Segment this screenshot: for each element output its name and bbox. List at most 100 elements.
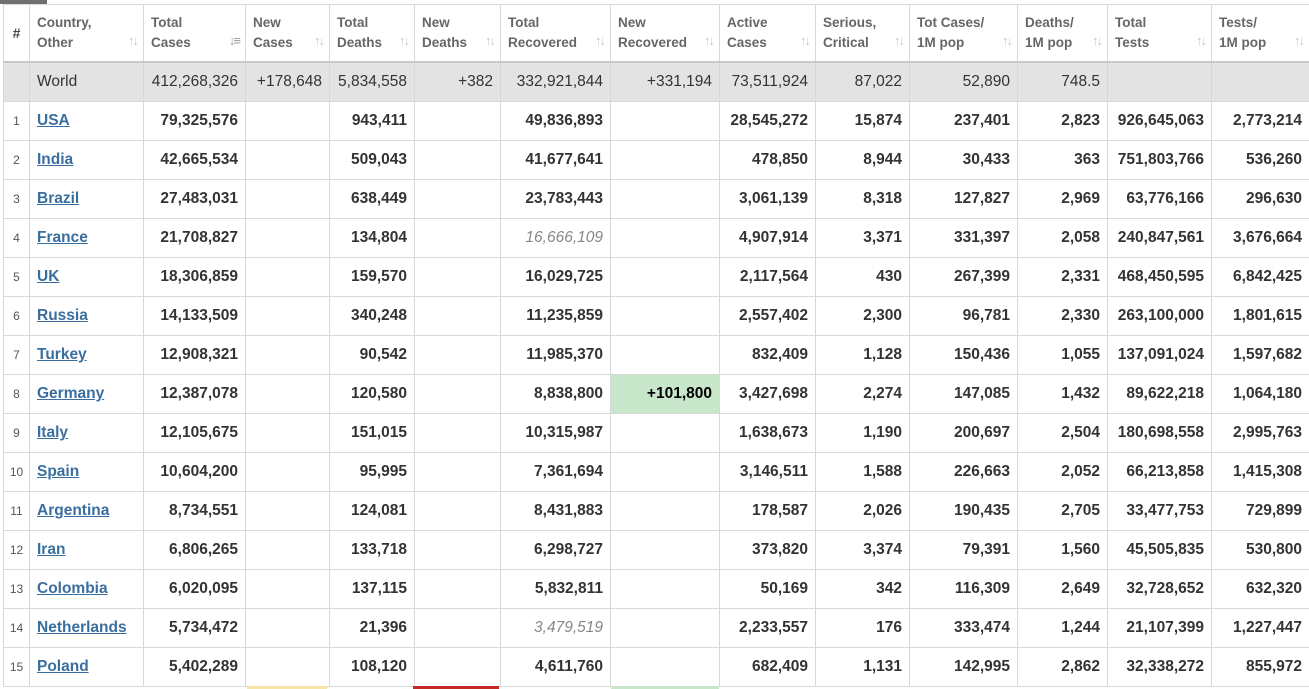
total-deaths-cell: 124,081 [329, 491, 415, 531]
total-cases-cell: 10,604,200 [143, 452, 246, 492]
column-header-active-cases[interactable]: Active Cases ↑↓ [719, 4, 816, 63]
row-index: 9 [3, 413, 30, 453]
total-deaths-cell: 21,396 [329, 608, 415, 648]
table-row: 3 Brazil 27,483,031 638,449 23,783,443 3,061,… [3, 179, 1309, 219]
country-link[interactable]: Italy [37, 424, 68, 441]
country-link[interactable]: Iran [37, 541, 65, 558]
total-cases-cell: 6,806,265 [143, 530, 246, 570]
country-link[interactable]: Colombia [37, 580, 108, 597]
total-recovered-cell: 41,677,641 [500, 140, 611, 180]
column-header-new-recovered[interactable]: New Recovered ↑↓ [610, 4, 720, 63]
column-header-country[interactable]: Country, Other ↑↓ [29, 4, 144, 63]
row-index: 1 [3, 101, 30, 141]
world-cases-per-1m: 52,890 [909, 61, 1018, 102]
total-recovered-cell: 8,431,883 [500, 491, 611, 531]
column-header-total-deaths[interactable]: Total Deaths ↑↓ [329, 4, 415, 63]
country-link[interactable]: UK [37, 268, 59, 285]
column-header-label: Total Recovered [508, 13, 603, 53]
country-link[interactable]: India [37, 151, 73, 168]
new-cases-cell [245, 335, 330, 375]
country-link[interactable]: Germany [37, 385, 104, 402]
sort-icon[interactable]: ↑↓ [1092, 31, 1103, 51]
new-cases-cell [245, 413, 330, 453]
sort-icon[interactable]: ↑↓ [128, 31, 139, 51]
total-recovered-cell: 49,836,893 [500, 101, 611, 141]
world-total-row: World 412,268,326 +178,648 5,834,558 +382 332… [3, 61, 1309, 102]
row-index: 13 [3, 569, 30, 609]
active-cases-cell: 3,146,511 [719, 452, 816, 492]
sort-icon[interactable]: ↑↓ [800, 31, 811, 51]
country-link[interactable]: Netherlands [37, 619, 127, 636]
active-cases-cell: 3,427,698 [719, 374, 816, 414]
sort-descending-icon[interactable]: ↓≡ [229, 31, 241, 51]
world-tests-per-1m [1211, 61, 1309, 102]
deaths-per-1m-cell: 2,504 [1017, 413, 1108, 453]
sort-icon[interactable]: ↑↓ [399, 31, 410, 51]
row-index: 2 [3, 140, 30, 180]
column-header-total-recovered[interactable]: Total Recovered ↑↓ [500, 4, 611, 63]
sort-icon[interactable]: ↑↓ [595, 31, 606, 51]
active-cases-cell: 3,061,139 [719, 179, 816, 219]
country-link[interactable]: Turkey [37, 346, 87, 363]
table-header-row: # Country, Other ↑↓ Total Cases ↓≡ New Cases ↑↓ To… [3, 4, 1309, 63]
total-recovered-cell: 3,479,519 [500, 608, 611, 648]
total-deaths-cell: 943,411 [329, 101, 415, 141]
total-tests-cell: 45,505,835 [1107, 530, 1212, 570]
table-row: 2 India 42,665,534 509,043 41,677,641 478,850… [3, 140, 1309, 180]
sort-icon[interactable]: ↑↓ [314, 31, 325, 51]
column-header-line1: Tests/ [1219, 15, 1258, 30]
new-deaths-cell [414, 374, 501, 414]
row-index: 11 [3, 491, 30, 531]
total-cases-cell: 27,483,031 [143, 179, 246, 219]
column-header-line1: Active [727, 15, 768, 30]
sort-icon[interactable]: ↑↓ [704, 31, 715, 51]
cases-per-1m-cell: 200,697 [909, 413, 1018, 453]
column-header-label: Country, Other [37, 13, 136, 53]
country-link[interactable]: Poland [37, 658, 89, 675]
sort-icon[interactable]: ↑↓ [1294, 31, 1305, 51]
column-header-new-deaths[interactable]: New Deaths ↑↓ [414, 4, 501, 63]
new-deaths-cell [414, 296, 501, 336]
column-header-total-cases[interactable]: Total Cases ↓≡ [143, 4, 246, 63]
country-cell: Italy [29, 413, 144, 453]
cases-per-1m-cell: 96,781 [909, 296, 1018, 336]
sort-icon[interactable]: ↑↓ [894, 31, 905, 51]
sort-icon[interactable]: ↑↓ [1002, 31, 1013, 51]
total-tests-cell: 180,698,558 [1107, 413, 1212, 453]
column-header-new-cases[interactable]: New Cases ↑↓ [245, 4, 330, 63]
new-cases-cell [245, 647, 330, 687]
deaths-per-1m-cell: 2,823 [1017, 101, 1108, 141]
column-header-tests-per-1m[interactable]: Tests/1M pop ↑↓ [1211, 4, 1309, 63]
total-deaths-cell: 340,248 [329, 296, 415, 336]
country-cell: Iran [29, 530, 144, 570]
new-cases-cell [245, 296, 330, 336]
total-tests-cell: 89,622,218 [1107, 374, 1212, 414]
country-link[interactable]: Russia [37, 307, 88, 324]
column-header-total-tests[interactable]: Total Tests ↑↓ [1107, 4, 1212, 63]
column-header-line1: Tot Cases/ [917, 15, 985, 30]
country-link[interactable]: Brazil [37, 190, 79, 207]
column-header-cases-per-1m[interactable]: Tot Cases/1M pop ↑↓ [909, 4, 1018, 63]
sort-icon[interactable]: ↑↓ [1196, 31, 1207, 51]
total-deaths-cell: 159,570 [329, 257, 415, 297]
total-deaths-cell: 137,115 [329, 569, 415, 609]
country-link[interactable]: France [37, 229, 88, 246]
column-header-deaths-per-1m[interactable]: Deaths/1M pop ↑↓ [1017, 4, 1108, 63]
total-cases-cell: 8,734,551 [143, 491, 246, 531]
active-cases-cell: 2,117,564 [719, 257, 816, 297]
column-header-idx[interactable]: # [3, 4, 30, 63]
column-header-serious[interactable]: Serious, Critical ↑↓ [815, 4, 910, 63]
tests-per-1m-cell: 2,773,214 [1211, 101, 1309, 141]
country-cell: USA [29, 101, 144, 141]
country-cell: Colombia [29, 569, 144, 609]
total-deaths-cell: 151,015 [329, 413, 415, 453]
deaths-per-1m-cell: 1,055 [1017, 335, 1108, 375]
country-link[interactable]: USA [37, 112, 70, 129]
serious-cell: 2,300 [815, 296, 910, 336]
new-deaths-cell [414, 608, 501, 648]
country-link[interactable]: Spain [37, 463, 79, 480]
column-header-label: New Cases [253, 13, 322, 53]
sort-icon[interactable]: ↑↓ [485, 31, 496, 51]
column-header-label: Deaths/1M pop [1025, 13, 1100, 53]
country-link[interactable]: Argentina [37, 502, 109, 519]
